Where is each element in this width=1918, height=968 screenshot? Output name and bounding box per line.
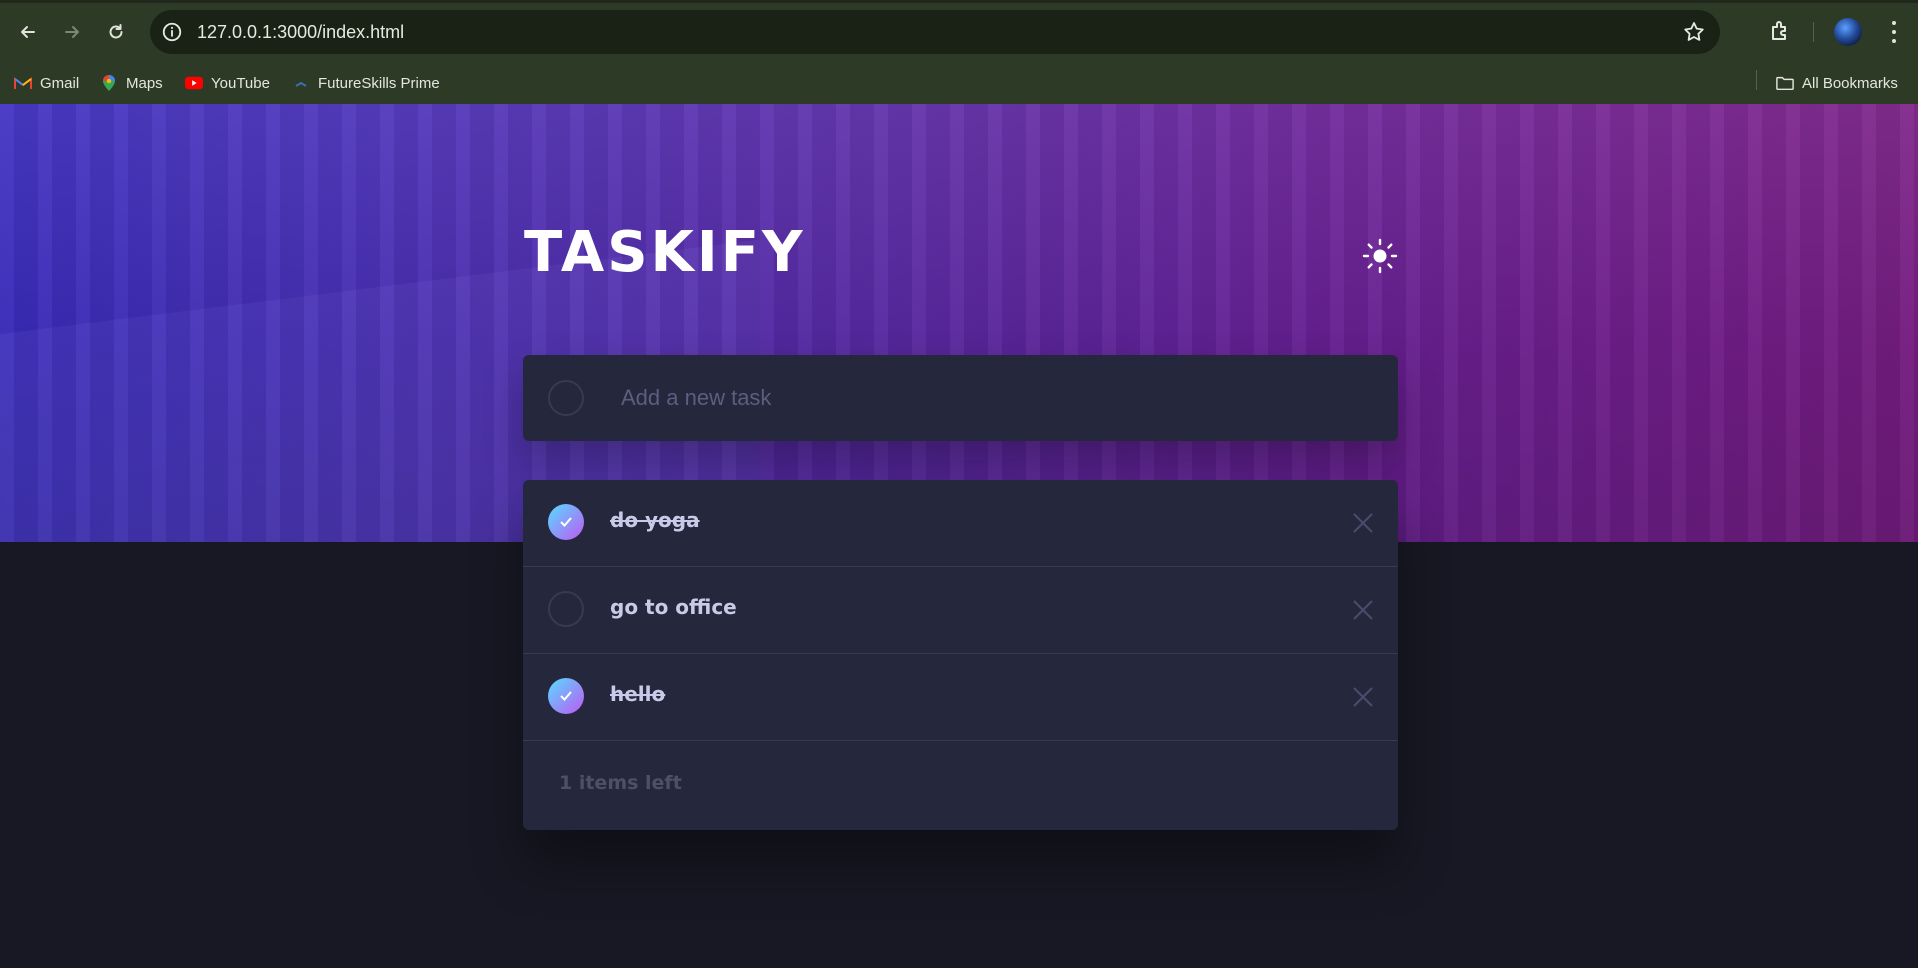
hero-overlay [0, 104, 1918, 542]
sun-icon [1362, 238, 1398, 274]
new-task-input[interactable] [621, 375, 1361, 421]
browser-toolbar: 127.0.0.1:3000/index.html [0, 0, 1918, 64]
bookmark-gmail[interactable]: Gmail [14, 74, 79, 92]
dot-icon [1892, 39, 1896, 44]
delete-todo-button[interactable] [1348, 508, 1378, 538]
bookmarks-bar: Gmail Maps YouTube FutureSkills Prime Al… [0, 64, 1918, 104]
check-icon [560, 517, 572, 527]
extensions-icon[interactable] [1768, 18, 1794, 44]
new-task-card [523, 355, 1398, 441]
futureskills-icon [292, 74, 310, 92]
check-icon [560, 691, 572, 701]
todo-text: go to office [610, 595, 737, 619]
hero-background-image [0, 104, 1918, 542]
todo-checkbox[interactable] [548, 591, 584, 627]
bookmark-label: Gmail [40, 74, 80, 92]
bookmark-futureskills[interactable]: FutureSkills Prime [292, 74, 440, 92]
all-bookmarks-button[interactable]: All Bookmarks [1776, 74, 1898, 92]
toolbar-divider [1813, 22, 1814, 42]
bookmark-youtube[interactable]: YouTube [185, 74, 270, 92]
todo-text: hello [610, 682, 666, 706]
bookmark-label: Maps [126, 74, 163, 92]
theme-toggle-button[interactable] [1362, 238, 1398, 274]
delete-todo-button[interactable] [1348, 682, 1378, 712]
bookmark-label: YouTube [211, 74, 270, 92]
bookmark-label: FutureSkills Prime [318, 74, 440, 92]
items-left-count: 1 items left [559, 772, 682, 794]
bookmarks-divider [1756, 70, 1757, 90]
dot-icon [1892, 20, 1896, 25]
address-bar[interactable]: 127.0.0.1:3000/index.html [150, 10, 1720, 54]
folder-icon [1776, 74, 1794, 92]
url-text[interactable]: 127.0.0.1:3000/index.html [197, 22, 404, 43]
todo-item: hello [523, 654, 1398, 741]
profile-avatar[interactable] [1834, 18, 1862, 46]
close-icon [1353, 513, 1373, 533]
bookmark-maps[interactable]: Maps [100, 74, 163, 92]
new-task-circle [548, 380, 584, 416]
app-title: TASKIFY [524, 220, 806, 285]
back-button[interactable] [12, 16, 44, 48]
forward-button[interactable] [56, 16, 88, 48]
maps-icon [100, 74, 118, 92]
arrow-right-icon [65, 26, 79, 38]
dot-icon [1892, 29, 1896, 34]
youtube-icon [185, 74, 203, 92]
todo-checkbox[interactable] [548, 504, 584, 540]
reload-icon [109, 24, 123, 39]
tab-strip-edge [0, 0, 1918, 3]
bookmark-star-icon[interactable] [1682, 20, 1706, 44]
todo-item: go to office [523, 567, 1398, 654]
all-bookmarks-label: All Bookmarks [1802, 74, 1898, 92]
close-icon [1353, 600, 1373, 620]
arrow-left-icon [21, 26, 35, 38]
delete-todo-button[interactable] [1348, 595, 1378, 625]
reload-button[interactable] [100, 16, 132, 48]
close-icon [1353, 687, 1373, 707]
todo-checkbox[interactable] [548, 678, 584, 714]
todo-list: do yoga go to office hello 1 items left [523, 480, 1398, 830]
todo-text: do yoga [610, 508, 700, 532]
todo-item: do yoga [523, 480, 1398, 567]
gmail-icon [14, 74, 32, 92]
site-info-icon[interactable] [160, 20, 184, 44]
browser-menu-button[interactable] [1884, 18, 1904, 46]
